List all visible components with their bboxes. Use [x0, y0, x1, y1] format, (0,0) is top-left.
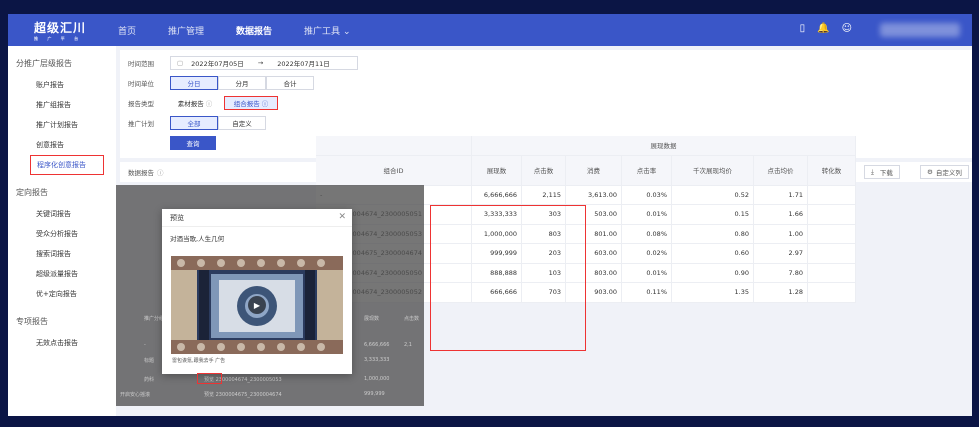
- sidebar-item-search[interactable]: 搜索词报告: [8, 244, 116, 264]
- time-unit-month[interactable]: 分月: [218, 76, 266, 90]
- logo: 超级汇川推 广 平 台: [34, 20, 87, 41]
- download-button[interactable]: ⤓ 下载: [864, 165, 900, 179]
- sidebar-item-plan[interactable]: 推广计划报告: [8, 115, 116, 135]
- download-icon: ⤓: [871, 167, 874, 176]
- sidebar-group: 定向报告: [16, 188, 48, 197]
- time-unit-total[interactable]: 合计: [266, 76, 314, 90]
- close-icon[interactable]: ✕: [338, 212, 346, 222]
- col-header[interactable]: 组合ID: [316, 155, 472, 186]
- info-icon: ⓘ: [261, 100, 269, 108]
- help-icon[interactable]: ☺: [842, 23, 852, 34]
- time-unit-label: 时间单位: [128, 80, 154, 88]
- sidebar-item-creative[interactable]: 创意报告: [8, 135, 116, 155]
- nav-home[interactable]: 首页: [118, 24, 136, 37]
- nav-tools[interactable]: 推广工具 ⌄: [304, 24, 350, 37]
- sidebar-item-targeting[interactable]: 优+定向报告: [8, 284, 116, 304]
- nav-data-report[interactable]: 数据报告: [236, 24, 272, 37]
- col-header[interactable]: 千次展现均价: [672, 155, 754, 186]
- preview-highlight-box: [197, 373, 222, 384]
- top-navbar: 超级汇川推 广 平 台 首页 推广管理 数据报告 推广工具 ⌄ ▯ 🔔 ☺: [8, 14, 972, 46]
- sidebar-item-super[interactable]: 超级派量报告: [8, 264, 116, 284]
- custom-columns-button[interactable]: ⚙ 自定义列: [920, 165, 969, 179]
- col-header[interactable]: 转化数: [808, 155, 856, 186]
- user-account[interactable]: [880, 23, 960, 37]
- info-icon: ⓘ: [157, 169, 164, 177]
- info-icon: ⓘ: [205, 100, 213, 108]
- report-type-label: 报告类型: [128, 100, 154, 108]
- col-header[interactable]: 点击均价: [754, 155, 808, 186]
- modal-footer-text: 雷包诶氪,跟我去手 广告: [172, 358, 226, 364]
- table-header-row: 组合ID 展现数 点击数 消费 点击率 千次展现均价 点击均价 转化数: [316, 155, 856, 186]
- report-type-combo[interactable]: 组合报告 ⓘ: [224, 96, 278, 110]
- sidebar-item-keyword[interactable]: 关键词报告: [8, 204, 116, 224]
- plan-label: 推广计划: [128, 120, 154, 128]
- sidebar-item-audience[interactable]: 受众分析报告: [8, 224, 116, 244]
- col-header[interactable]: 点击数: [522, 155, 566, 186]
- app-frame: 超级汇川推 广 平 台 首页 推广管理 数据报告 推广工具 ⌄ ▯ 🔔 ☺ 分推…: [0, 0, 979, 427]
- creative-preview-image[interactable]: ▶: [171, 256, 343, 354]
- sidebar-item-group[interactable]: 推广组报告: [8, 95, 116, 115]
- sidebar-item-account[interactable]: 账户报告: [8, 75, 116, 95]
- sidebar-group: 专项报告: [16, 317, 48, 326]
- col-header[interactable]: 点击率: [622, 155, 672, 186]
- sidebar-item-invalid[interactable]: 无效点击报告: [8, 333, 116, 353]
- sidebar: 分推广层级报告 账户报告 推广组报告 推广计划报告 创意报告 程序化创意报告 定…: [8, 46, 116, 416]
- col-header[interactable]: 展现数: [472, 155, 522, 186]
- chevron-down-icon: ⌄: [342, 26, 351, 37]
- plan-custom[interactable]: 自定义: [218, 116, 266, 130]
- play-icon[interactable]: ▶: [248, 296, 266, 314]
- preview-modal: 预览 ✕ 对酒当歌,人生几何 ▶ 雷包诶氪,跟我去手 广告: [162, 209, 352, 374]
- time-unit-day[interactable]: 分日: [170, 76, 218, 90]
- date-range-picker[interactable]: ▢ 2022年07月05日 → 2022年07月11日: [170, 56, 358, 70]
- sidebar-item-programmatic[interactable]: 程序化创意报告: [30, 155, 104, 175]
- mobile-icon[interactable]: ▯: [800, 23, 806, 34]
- col-header[interactable]: 消费: [566, 155, 622, 186]
- bell-icon[interactable]: 🔔: [817, 23, 829, 34]
- calendar-icon: ▢: [177, 59, 184, 67]
- modal-title: 预览: [162, 209, 352, 227]
- plan-all[interactable]: 全部: [170, 116, 218, 130]
- time-range-label: 时间范围: [128, 60, 154, 68]
- report-type-material[interactable]: 素材报告 ⓘ: [170, 96, 220, 110]
- sidebar-group: 分推广层级报告: [16, 59, 72, 68]
- nav-promotion[interactable]: 推广管理: [168, 24, 204, 37]
- group-header: 展现数据: [472, 136, 856, 156]
- gear-icon: ⚙: [927, 168, 933, 176]
- modal-caption: 对酒当歌,人生几何: [170, 235, 225, 243]
- query-button[interactable]: 查询: [170, 136, 216, 150]
